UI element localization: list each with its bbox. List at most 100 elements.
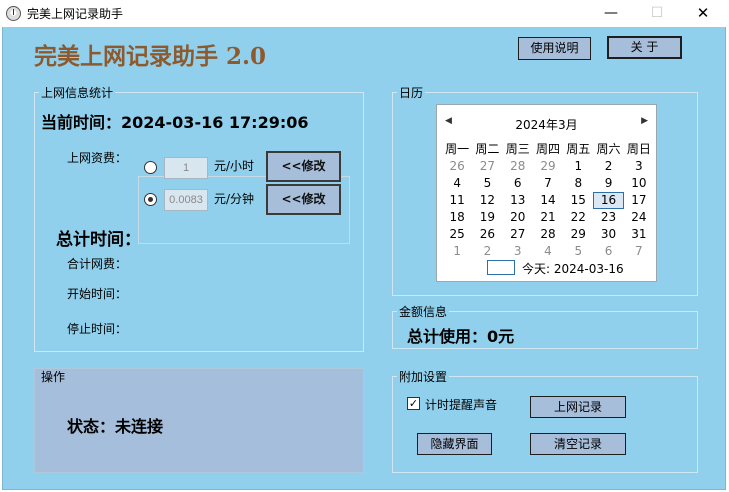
- calendar-day[interactable]: 13: [503, 192, 533, 209]
- window-title: 完美上网记录助手: [27, 7, 124, 21]
- app-clock-icon: [6, 6, 21, 21]
- rate-hour-radio[interactable]: [144, 161, 157, 174]
- extra-settings-legend: 附加设置: [399, 370, 448, 384]
- weekday-label: 周五: [566, 142, 591, 156]
- calendar-day[interactable]: 23: [593, 209, 623, 226]
- calendar-day[interactable]: 24: [624, 209, 654, 226]
- weekday-header: 周一 周二 周三 周四 周五 周六 周日: [442, 141, 654, 158]
- calendar-day[interactable]: 7: [624, 243, 654, 260]
- calendar-week: 18 19 20 21 22 23 24: [442, 209, 654, 226]
- amount-group-legend: 金额信息: [399, 305, 448, 319]
- calendar-group-legend: 日历: [399, 86, 424, 100]
- total-used-amount: 总计使用：0元: [407, 327, 515, 346]
- calendar-day[interactable]: 1: [563, 158, 593, 175]
- calendar-day[interactable]: 30: [593, 226, 623, 243]
- help-button[interactable]: 使用说明: [518, 37, 591, 60]
- calendar-day[interactable]: 4: [442, 175, 472, 192]
- calendar-day[interactable]: 28: [533, 226, 563, 243]
- records-button[interactable]: 上网记录: [530, 396, 626, 418]
- hide-window-button[interactable]: 隐藏界面: [417, 433, 492, 455]
- rate-hour-unit: 元/小时: [214, 159, 255, 173]
- calendar-day[interactable]: 20: [503, 209, 533, 226]
- calendar-day[interactable]: 29: [533, 158, 563, 175]
- extra-settings-group: 附加设置: [392, 368, 698, 473]
- calendar-day[interactable]: 14: [533, 192, 563, 209]
- calendar-day[interactable]: 1: [442, 243, 472, 260]
- calendar-day[interactable]: 17: [624, 192, 654, 209]
- weekday-label: 周日: [626, 142, 651, 156]
- calendar-day[interactable]: 15: [563, 192, 593, 209]
- weekday-label: 周四: [535, 142, 560, 156]
- minimize-button[interactable]: —: [588, 0, 634, 27]
- calendar-day[interactable]: 21: [533, 209, 563, 226]
- calendar-week: 4 5 6 7 8 9 10: [442, 175, 654, 192]
- calendar-day[interactable]: 6: [593, 243, 623, 260]
- calendar-grid: 周一 周二 周三 周四 周五 周六 周日 26 27 28 29 1 2 3 4…: [442, 141, 654, 260]
- calendar-day[interactable]: 26: [442, 158, 472, 175]
- calendar-day[interactable]: 5: [472, 175, 502, 192]
- calendar-day[interactable]: 10: [624, 175, 654, 192]
- total-time-title: 总计时间：: [56, 230, 141, 250]
- weekday-label: 周一: [445, 142, 470, 156]
- about-button[interactable]: 关 于: [607, 36, 682, 59]
- calendar-day[interactable]: 9: [593, 175, 623, 192]
- calendar-day[interactable]: 2: [593, 158, 623, 175]
- maximize-button[interactable]: ☐: [634, 0, 680, 27]
- calendar-week: 11 12 13 14 15 16 17: [442, 192, 654, 209]
- calendar-day[interactable]: 3: [624, 158, 654, 175]
- calendar-day[interactable]: 11: [442, 192, 472, 209]
- calendar-week: 25 26 27 28 29 30 31: [442, 226, 654, 243]
- calendar-day[interactable]: 19: [472, 209, 502, 226]
- calendar-day[interactable]: 6: [503, 175, 533, 192]
- stats-group-legend: 上网信息统计: [41, 86, 114, 100]
- calendar-day[interactable]: 27: [472, 158, 502, 175]
- close-button[interactable]: ✕: [680, 0, 726, 27]
- next-month-icon[interactable]: ▶: [641, 116, 648, 126]
- calendar-day[interactable]: 7: [533, 175, 563, 192]
- calendar-day[interactable]: 8: [563, 175, 593, 192]
- calendar-day[interactable]: 27: [503, 226, 533, 243]
- stop-time-label: 停止时间：: [67, 322, 128, 336]
- rate-hour-input[interactable]: 1: [164, 157, 208, 179]
- today-label[interactable]: 今天: 2024-03-16: [522, 260, 624, 277]
- rate-minute-unit: 元/分钟: [214, 192, 255, 206]
- calendar-day[interactable]: 3: [503, 243, 533, 260]
- rate-label: 上网资费：: [67, 151, 128, 165]
- reminder-sound-checkbox[interactable]: ✓: [407, 397, 420, 410]
- operation-group-legend: 操作: [41, 370, 66, 384]
- calendar-day[interactable]: 29: [563, 226, 593, 243]
- calendar-day[interactable]: 26: [472, 226, 502, 243]
- calendar-week: 1 2 3 4 5 6 7: [442, 243, 654, 260]
- calendar-day[interactable]: 12: [472, 192, 502, 209]
- modify-minute-rate-button[interactable]: <<修改: [266, 184, 341, 215]
- calendar-day[interactable]: 18: [442, 209, 472, 226]
- main-window: 完美上网记录助手 2.0 使用说明 关 于 上网信息统计 当前时间：2024-0…: [2, 27, 726, 490]
- calendar-day[interactable]: 5: [563, 243, 593, 260]
- calendar-day[interactable]: 2: [472, 243, 502, 260]
- clear-records-button[interactable]: 清空记录: [530, 433, 626, 455]
- calendar-day[interactable]: 25: [442, 226, 472, 243]
- start-time-label: 开始时间：: [67, 287, 128, 301]
- weekday-label: 周二: [475, 142, 500, 156]
- current-time: 当前时间：2024-03-16 17:29:06: [41, 113, 309, 132]
- rate-minute-input[interactable]: 0.0083: [164, 189, 208, 211]
- reminder-sound-label[interactable]: 计时提醒声音: [425, 396, 497, 413]
- weekday-label: 周三: [505, 142, 530, 156]
- calendar-day[interactable]: 28: [503, 158, 533, 175]
- calendar-day-today[interactable]: 16: [593, 192, 624, 209]
- calendar-month-label[interactable]: 2024年3月: [437, 116, 656, 133]
- today-marker-swatch: [487, 260, 515, 275]
- connection-status: 状态：未连接: [67, 417, 164, 436]
- title-bar: 完美上网记录助手 — ☐ ✕: [0, 0, 729, 27]
- modify-hour-rate-button[interactable]: <<修改: [266, 151, 341, 182]
- calendar-day[interactable]: 22: [563, 209, 593, 226]
- calendar-week: 26 27 28 29 1 2 3: [442, 158, 654, 175]
- app-heading: 完美上网记录助手 2.0: [34, 43, 267, 70]
- total-fee-label: 合计网费：: [67, 257, 128, 271]
- weekday-label: 周六: [596, 142, 621, 156]
- operation-group: 操作 状态：未连接: [34, 368, 364, 473]
- rate-minute-radio[interactable]: [144, 193, 157, 206]
- calendar-day[interactable]: 4: [533, 243, 563, 260]
- month-calendar[interactable]: ◀ 2024年3月 ▶ 周一 周二 周三 周四 周五 周六 周日 26 27 2…: [436, 104, 657, 282]
- calendar-day[interactable]: 31: [624, 226, 654, 243]
